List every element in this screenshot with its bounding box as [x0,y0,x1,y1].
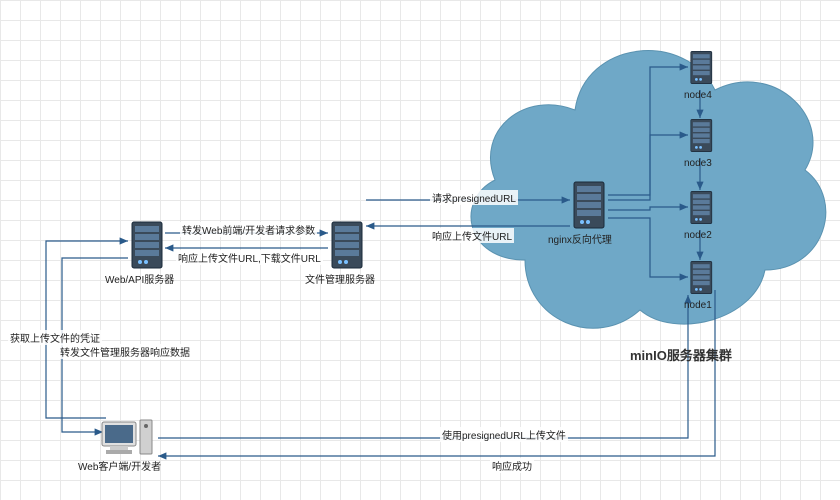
node-label-node3: node3 [684,158,712,169]
node-label-nginx: nginx反向代理 [548,231,612,246]
node-node2[interactable] [688,190,715,226]
edge-label-7: 响应成功 [490,458,534,473]
cloud-shape [445,10,835,350]
edge-label-2: 请求presignedURL [430,190,518,205]
node-label-webapi: Web/API服务器 [105,271,174,286]
edge-label-0: 转发Web前端/开发者请求参数 [180,222,317,237]
edge-label-3: 响应上传文件URL [430,228,514,243]
node-node1[interactable] [688,260,715,296]
node-nginx[interactable] [570,180,608,232]
edge-label-1: 响应上传文件URL,下载文件URL [176,250,323,265]
node-label-node2: node2 [684,230,712,241]
node-filemgr[interactable] [328,220,366,272]
node-label-node4: node4 [684,90,712,101]
diagram-canvas: Web/API服务器 文件管理服务器 Web客户端/开发者 nginx反向代理 … [0,0,840,500]
node-webapi[interactable] [128,220,166,272]
node-label-filemgr: 文件管理服务器 [305,271,375,286]
node-label-client: Web客户端/开发者 [78,458,161,473]
edge-label-4: 获取上传文件的凭证 [8,330,102,345]
node-node4[interactable] [688,50,715,86]
cluster-label: minIO服务器集群 [630,345,732,364]
edge-label-6: 使用presignedURL上传文件 [440,427,568,442]
edge-label-5: 转发文件管理服务器响应数据 [58,344,192,359]
node-node3[interactable] [688,118,715,154]
node-label-node1: node1 [684,300,712,311]
